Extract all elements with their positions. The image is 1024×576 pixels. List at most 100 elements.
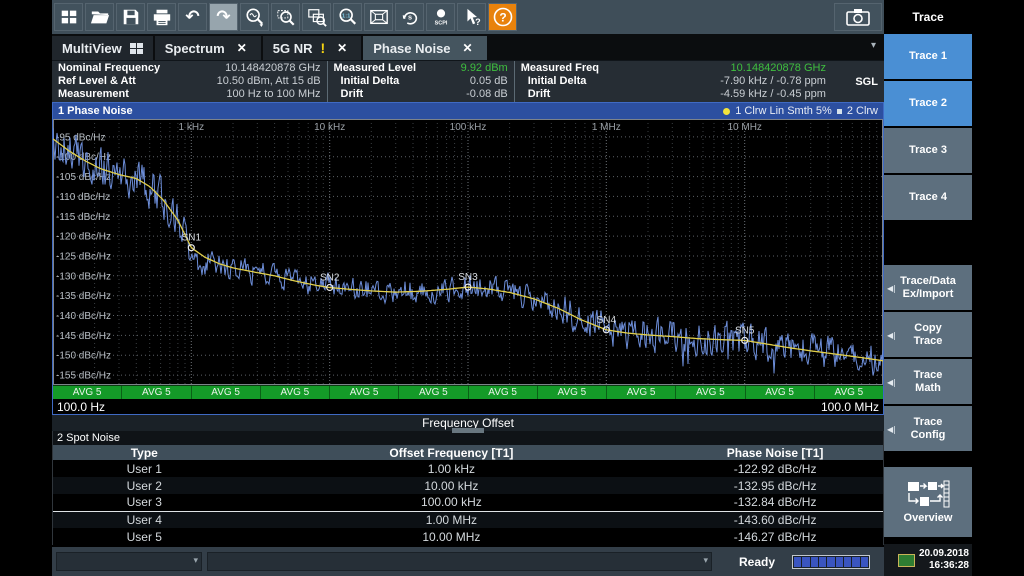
redo-icon: ↷ — [209, 3, 238, 31]
table-row[interactable]: User 3100.00 kHz-132.84 dBc/Hz — [53, 494, 883, 511]
camera-icon[interactable] — [834, 3, 882, 31]
window-grab-handle[interactable] — [452, 428, 484, 433]
status-message-dropdown[interactable]: ▾ — [207, 552, 712, 571]
tab-label: Phase Noise — [373, 41, 450, 56]
svg-text:SCPI: SCPI — [434, 21, 447, 27]
phase-noise-plot[interactable]: -95 dBc/Hz-100 dBc/Hz-105 dBc/Hz-110 dBc… — [53, 119, 883, 385]
svg-text:?: ? — [499, 11, 506, 25]
softkey-trace-config[interactable]: ◀|Trace Config — [884, 406, 972, 451]
info-label: Initial Delta — [521, 75, 587, 88]
softkey-trace-1[interactable]: Trace 1 — [884, 34, 972, 79]
avg-segment: AVG 5 — [469, 386, 538, 399]
table-row[interactable]: User 11.00 kHz-122.92 dBc/Hz — [53, 460, 883, 477]
progress-segment — [861, 557, 868, 567]
instrument-screen: ↶ ↷ 1:1 s SCPI ? — [0, 0, 1024, 576]
spot-noise-marker-label: SN3 — [458, 272, 478, 283]
table-row[interactable]: User 210.00 kHz-132.95 dBc/Hz — [53, 477, 883, 494]
window-title: 2 Spot Noise — [57, 432, 120, 444]
undo-icon[interactable]: ↶ — [178, 3, 207, 31]
tab-phase-noise[interactable]: Phase Noise ✕ — [363, 36, 486, 60]
avg-segment: AVG 5 — [261, 386, 330, 399]
avg-segment: AVG 5 — [53, 386, 122, 399]
y-axis-tick-label: -115 dBc/Hz — [56, 212, 110, 223]
progress-segment — [827, 557, 834, 567]
phase-noise-title-bar[interactable]: 1 Phase Noise 1 Clrw Lin Smth 5% 2 Clrw — [53, 103, 883, 119]
trace1-legend-label: 1 Clrw Lin Smth 5% — [735, 105, 832, 117]
y-axis-tick-label: -120 dBc/Hz — [56, 232, 111, 243]
softkey-trace-2[interactable]: Trace 2 — [884, 81, 972, 126]
freq-start-label: 100.0 Hz — [57, 400, 105, 414]
zoom-selection-icon[interactable] — [271, 3, 300, 31]
info-label: Measured Level — [334, 62, 417, 75]
progress-segment — [836, 557, 843, 567]
info-value: 100 Hz to 100 MHz — [226, 88, 320, 101]
y-axis-tick-label: -145 dBc/Hz — [56, 331, 111, 342]
info-value: 10.148420878 GHz — [731, 62, 878, 75]
chevron-down-icon: ▾ — [703, 556, 708, 566]
info-label: Initial Delta — [334, 75, 400, 88]
windows-icon[interactable] — [54, 3, 83, 31]
tab-label: Spectrum — [165, 41, 225, 56]
average-count-bar: AVG 5AVG 5AVG 5AVG 5AVG 5AVG 5AVG 5AVG 5… — [53, 385, 883, 399]
avg-segment: AVG 5 — [607, 386, 676, 399]
svg-text:1:1: 1:1 — [341, 13, 350, 19]
y-axis-tick-label: -125 dBc/Hz — [56, 252, 111, 263]
info-col-level: Measured Level9.92 dBm Initial Delta0.05… — [327, 61, 514, 102]
overview-button[interactable]: Overview — [884, 467, 972, 537]
context-help-icon[interactable]: ? — [457, 3, 486, 31]
softkey-trace-4[interactable]: Trace 4 — [884, 175, 972, 220]
info-value: 10.148420878 GHz — [225, 62, 320, 75]
col-header-type: Type — [53, 445, 236, 460]
col-header-phase-noise: Phase Noise [T1] — [667, 445, 883, 460]
y-axis-tick-label: -130 dBc/Hz — [56, 271, 111, 282]
progress-segment — [802, 557, 809, 567]
info-col-freq-drift: Measured Freq10.148420878 GHz Initial De… — [514, 61, 884, 102]
tab-label: 5G NR — [273, 41, 313, 56]
open-file-icon[interactable] — [85, 3, 114, 31]
phase-noise-window: 1 Phase Noise 1 Clrw Lin Smth 5% 2 Clrw … — [52, 102, 884, 415]
info-label: Measurement — [58, 88, 129, 101]
tab-overflow-caret-icon[interactable]: ▾ — [871, 40, 876, 51]
freq-stop-label: 100.0 MHz — [821, 400, 879, 414]
y-axis-tick-label: -140 dBc/Hz — [56, 311, 111, 322]
progress-segment — [852, 557, 859, 567]
tab-5g-nr[interactable]: 5G NR ! ✕ — [263, 36, 361, 60]
save-icon[interactable] — [116, 3, 145, 31]
softkey-trace-3[interactable]: Trace 3 — [884, 128, 972, 173]
table-row[interactable]: User 41.00 MHz-143.60 dBc/Hz — [53, 511, 883, 528]
x-axis-tick-label: 10 kHz — [314, 122, 345, 133]
tab-spectrum[interactable]: Spectrum ✕ — [155, 36, 261, 60]
zoom-trace-icon[interactable] — [240, 3, 269, 31]
softkey-copy-trace[interactable]: ◀|Copy Trace — [884, 312, 972, 357]
close-icon[interactable]: ✕ — [459, 40, 477, 56]
scpi-remote-icon[interactable]: SCPI — [426, 3, 455, 31]
submenu-arrow-icon: ◀| — [887, 376, 896, 389]
table-header-row: Type Offset Frequency [T1] Phase Noise [… — [53, 445, 883, 460]
channel-info-bar[interactable]: Nominal Frequency10.148420878 GHz Ref Le… — [52, 60, 884, 102]
warning-icon: ! — [320, 40, 325, 56]
table-row[interactable]: User 510.00 MHz-146.27 dBc/Hz — [53, 528, 883, 545]
zoom-one-to-one-icon[interactable]: 1:1 — [333, 3, 362, 31]
close-icon[interactable]: ✕ — [233, 40, 251, 56]
status-dropdown-left[interactable]: ▾ — [56, 552, 202, 571]
spot-noise-title-bar[interactable]: 2 Spot Noise — [53, 431, 883, 445]
spot-noise-table[interactable]: Type Offset Frequency [T1] Phase Noise [… — [53, 445, 883, 545]
close-icon[interactable]: ✕ — [333, 40, 351, 56]
print-icon[interactable] — [147, 3, 176, 31]
zoom-windows-icon[interactable] — [302, 3, 331, 31]
softkey-gap — [884, 222, 972, 265]
info-value: 0.05 dB — [470, 75, 508, 88]
multiview-grid-icon — [130, 43, 143, 54]
tab-multiview[interactable]: MultiView — [52, 36, 153, 60]
spot-noise-marker-label: SN2 — [320, 273, 340, 284]
refresh-single-sweep-icon[interactable]: s — [395, 3, 424, 31]
help-icon[interactable]: ? — [488, 3, 517, 31]
window-title: 1 Phase Noise — [58, 105, 133, 117]
display-frame-icon[interactable] — [364, 3, 393, 31]
submenu-arrow-icon: ◀| — [887, 282, 896, 295]
softkey-trace-data-ex-import[interactable]: ◀|Trace/Data Ex/Import — [884, 265, 972, 310]
avg-segment: AVG 5 — [815, 386, 883, 399]
toolbar: ↶ ↷ 1:1 s SCPI ? — [52, 0, 884, 34]
avg-segment: AVG 5 — [746, 386, 815, 399]
softkey-trace-math[interactable]: ◀|Trace Math — [884, 359, 972, 404]
